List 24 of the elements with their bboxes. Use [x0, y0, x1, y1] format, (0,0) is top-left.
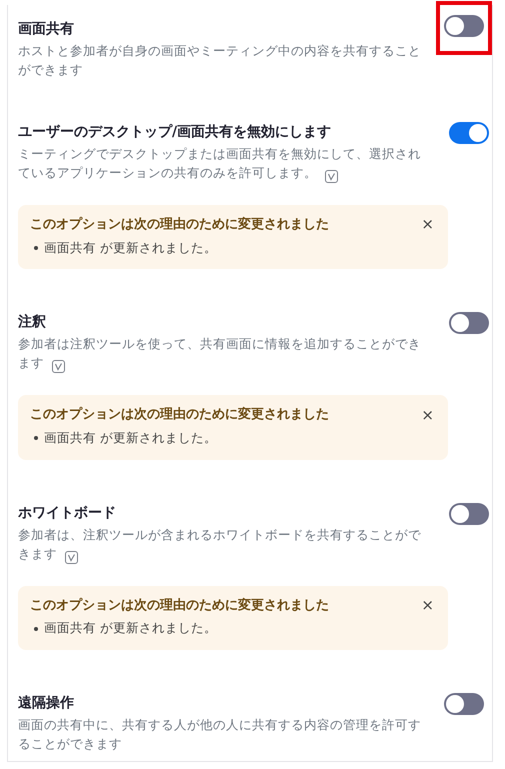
- toggle-switch[interactable]: [444, 692, 484, 715]
- close-button[interactable]: ×: [421, 598, 434, 613]
- setting-title: 遠隔操作: [18, 694, 75, 713]
- notice-title: このオプションは次の理由のために変更されました: [30, 596, 329, 614]
- toggle-switch[interactable]: [449, 312, 489, 334]
- setting-title: ホワイトボード: [18, 504, 117, 522]
- notice-item: 画面共有 が更新されました。: [30, 428, 434, 448]
- setting-title: ユーザーのデスクトップ/画面共有を無効にします: [18, 123, 332, 142]
- setting-description: ホストと参加者が自身の画面やミーティング中の内容を共有することができます: [18, 42, 422, 79]
- setting-description: ミーティングでデスクトップまたは画面共有を無効にして、選択されているアプリケーションの共有のみを許可します。: [18, 144, 428, 185]
- setting-description: 参加者は注釈ツールを使って、共有画面に情報を追加することができます: [18, 334, 428, 376]
- toggle-switch[interactable]: [449, 122, 489, 144]
- notice-item: 画面共有 が更新されました。: [30, 619, 434, 638]
- setting-description: 参加者は、注釈ツールが含まれるホワイトボードを共有することができます: [18, 524, 428, 566]
- close-button[interactable]: ×: [421, 217, 434, 232]
- setting-title: 注釈: [18, 312, 47, 332]
- toggle-switch[interactable]: [449, 502, 489, 524]
- setting-title: 画面共有: [18, 20, 75, 39]
- setting-description: 画面の共有中に、共有する人が他の人に共有する内容の管理を許可することができます: [18, 716, 422, 753]
- notice-title: このオプションは次の理由のために変更されました: [30, 406, 329, 424]
- toggle-switch[interactable]: [444, 15, 484, 37]
- close-button[interactable]: ×: [421, 408, 434, 422]
- notice-title: このオプションは次の理由のために変更されました: [30, 216, 329, 234]
- notice-item: 画面共有 が更新されました。: [30, 238, 434, 258]
